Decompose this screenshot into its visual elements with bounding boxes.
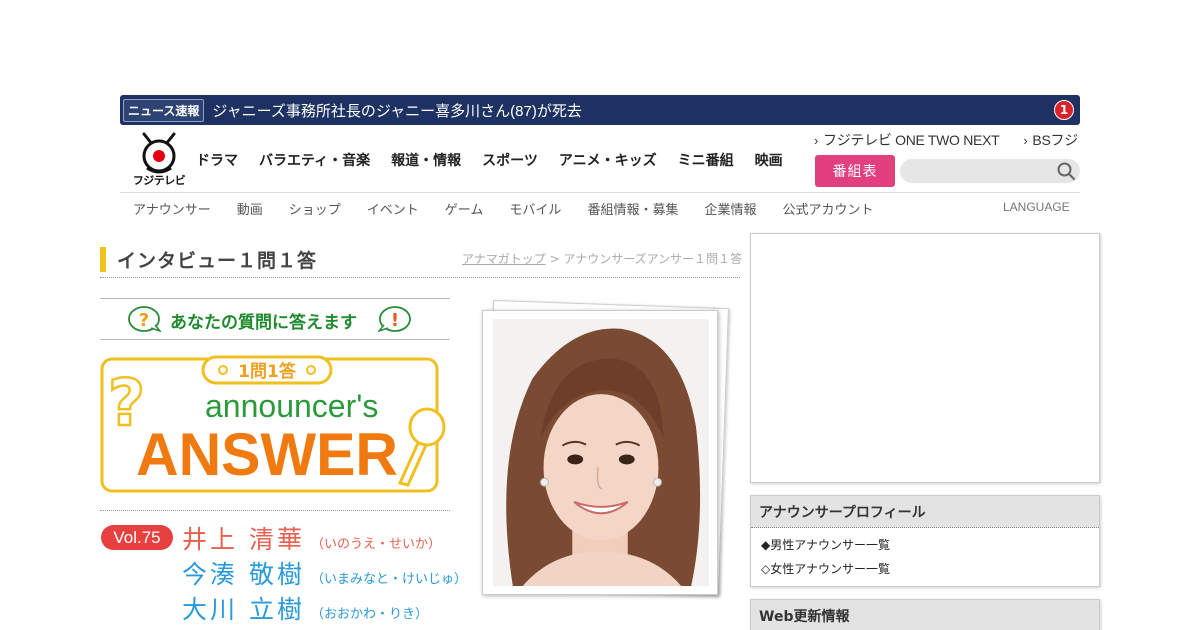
web-update-box: Web更新情報 <box>750 599 1100 630</box>
breaking-news-headline[interactable]: ジャニーズ事務所社長のジャニー喜多川さん(87)が死去 <box>212 100 581 121</box>
announcer-row[interactable]: 井上 清華 （いのうえ・せいか） <box>182 520 441 556</box>
nav-mini-program[interactable]: ミニ番組 <box>678 150 734 170</box>
subnav-shop[interactable]: ショップ <box>289 199 341 218</box>
program-guide-button[interactable]: 番組表 <box>815 155 895 187</box>
question-bubble-icon: ? <box>128 306 161 333</box>
announcer-name: 大川 立樹 <box>182 595 305 624</box>
announcer-kana: （いのうえ・せいか） <box>310 537 441 552</box>
qa-text: あなたの質問に答えます <box>170 313 357 333</box>
title-accent-bar <box>100 247 106 272</box>
subnav-mobile[interactable]: モバイル <box>509 199 561 218</box>
nav-sports[interactable]: スポーツ <box>482 150 538 170</box>
svg-text:!: ! <box>391 310 399 331</box>
chevron-right-icon: › <box>1023 132 1028 148</box>
breadcrumb-separator: > <box>545 252 564 266</box>
language-link[interactable]: LANGUAGE <box>1003 200 1070 214</box>
global-nav: ドラマ バラエティ・音楽 報道・情報 スポーツ アニメ・キッズ ミニ番組 映画 <box>196 150 804 170</box>
web-update-title: Web更新情報 <box>751 600 1099 630</box>
breaking-news-bar[interactable]: ニュース速報 ジャニーズ事務所社長のジャニー喜多川さん(87)が死去 1 <box>120 95 1080 125</box>
link-one-two-next-label: フジテレビ ONE TWO NEXT <box>823 132 1000 148</box>
subnav-game[interactable]: ゲーム <box>445 199 484 218</box>
sub-nav: アナウンサー 動画 ショップ イベント ゲーム モバイル 番組情報・募集 企業情… <box>133 199 899 218</box>
profile-box-title: アナウンサープロフィール <box>751 496 1099 528</box>
ad-area[interactable] <box>750 233 1100 483</box>
logo-line1-text: announcer's <box>205 388 378 424</box>
announcers-answer-logo: 1問1答 ? announcer's ANSWER <box>100 355 446 493</box>
qa-banner: ? あなたの質問に答えます ! <box>100 298 450 340</box>
chevron-right-icon: › <box>814 132 819 148</box>
subnav-video[interactable]: 動画 <box>237 199 263 218</box>
nav-variety-music[interactable]: バラエティ・音楽 <box>259 150 370 170</box>
vol-badge: Vol.75 <box>101 525 173 550</box>
title-rule <box>100 277 740 278</box>
breaking-news-badge: ニュース速報 <box>123 98 205 122</box>
subnav-corporate[interactable]: 企業情報 <box>704 199 756 218</box>
male-announcer-list-link[interactable]: ◆男性アナウンサー一覧 <box>751 532 1099 556</box>
breadcrumb: アナマガトップ > アナウンサーズアンサー１問１答 <box>462 250 742 267</box>
search-icon[interactable] <box>1056 161 1076 181</box>
announcer-kana: （おおかわ・りき） <box>310 607 428 622</box>
search-input[interactable] <box>900 159 1080 183</box>
logo-text: フジテレビ <box>132 174 186 187</box>
announcer-kana: （いまみなと・けいじゅ） <box>310 572 467 587</box>
svg-text:?: ? <box>139 310 149 331</box>
breadcrumb-current: アナウンサーズアンサー１問１答 <box>563 252 743 266</box>
logo-line2-text: ANSWER <box>136 421 398 488</box>
subnav-announcer[interactable]: アナウンサー <box>133 199 211 218</box>
portrait-image <box>493 319 709 586</box>
breadcrumb-home-link[interactable]: アナマガトップ <box>462 252 546 266</box>
logo-tag-text: 1問1答 <box>238 361 297 382</box>
subnav-program-info[interactable]: 番組情報・募集 <box>587 199 678 218</box>
top-links: › フジテレビ ONE TWO NEXT › BSフジ <box>814 130 1102 150</box>
nav-movie[interactable]: 映画 <box>755 150 783 170</box>
link-bsfuji[interactable]: › BSフジ <box>1023 130 1078 150</box>
nav-drama[interactable]: ドラマ <box>196 150 238 170</box>
announcer-row[interactable]: 大川 立樹 （おおかわ・りき） <box>182 590 428 626</box>
announcer-name: 今湊 敬樹 <box>182 560 305 589</box>
link-one-two-next[interactable]: › フジテレビ ONE TWO NEXT <box>814 130 1000 150</box>
logo-rule <box>100 510 450 511</box>
page-title: インタビュー１問１答 <box>117 250 318 272</box>
profile-box: アナウンサープロフィール ◆男性アナウンサー一覧 ◇女性アナウンサー一覧 <box>750 495 1100 587</box>
news-count-badge[interactable]: 1 <box>1054 100 1074 120</box>
announcer-name: 井上 清華 <box>182 525 305 554</box>
photo-front-frame <box>482 310 718 595</box>
exclamation-bubble-icon: ! <box>378 306 411 333</box>
header-divider <box>120 192 1080 193</box>
announcer-row[interactable]: 今湊 敬樹 （いまみなと・けいじゅ） <box>182 555 467 591</box>
female-announcer-list-link[interactable]: ◇女性アナウンサー一覧 <box>751 556 1099 580</box>
nav-news-info[interactable]: 報道・情報 <box>391 150 461 170</box>
announcer-photo <box>482 299 729 599</box>
link-bsfuji-label: BSフジ <box>1032 132 1078 148</box>
nav-anime-kids[interactable]: アニメ・キッズ <box>559 150 657 170</box>
subnav-event[interactable]: イベント <box>367 199 419 218</box>
subnav-official-accounts[interactable]: 公式アカウント <box>782 199 873 218</box>
